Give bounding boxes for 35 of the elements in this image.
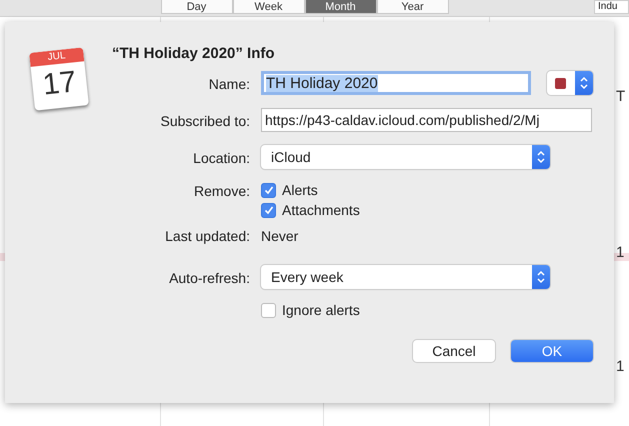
checkmark-icon	[262, 184, 274, 196]
popup-menu[interactable]: iCloud	[261, 145, 550, 169]
calendar-icon: JUL 17	[29, 47, 89, 111]
view-tab[interactable]: Year	[376, 0, 448, 14]
calendar-text: T	[616, 88, 626, 105]
field-label: Name:	[208, 76, 250, 92]
search-field[interactable]: Indu	[594, 0, 629, 14]
chevrons-icon	[536, 150, 546, 164]
field-label: Last updated:	[165, 228, 250, 244]
chevrons-icon	[579, 76, 589, 90]
checkmark-icon	[262, 204, 274, 216]
checkbox[interactable]	[261, 202, 276, 218]
text-field[interactable]: https://p43-caldav.icloud.com/published/2/Mj	[261, 108, 592, 132]
checkbox-label: Ignore alerts	[282, 302, 360, 318]
value-text: Never	[261, 228, 298, 245]
checkbox-label: Alerts	[282, 182, 318, 198]
text-field[interactable]: TH Holiday 2020	[261, 71, 531, 95]
dialog-title: “TH Holiday 2020” Info	[112, 45, 276, 62]
field-label: Subscribed to:	[160, 113, 250, 129]
view-tab[interactable]: Week	[232, 0, 304, 14]
field-label: Location:	[193, 150, 250, 166]
view-tab[interactable]: Day	[160, 0, 232, 14]
field-label: Remove:	[194, 183, 250, 199]
chevrons-icon	[536, 270, 546, 284]
calendar-text: 1	[616, 358, 624, 375]
popup-menu[interactable]: Every week	[261, 265, 550, 289]
view-tab[interactable]: Month	[304, 0, 376, 14]
dialog-button[interactable]: Cancel	[413, 340, 495, 362]
checkbox[interactable]	[261, 182, 276, 198]
calendar-text: 1	[616, 244, 624, 261]
color-popup[interactable]	[547, 71, 593, 95]
field-label: Auto-refresh:	[169, 270, 250, 286]
checkbox-label: Attachments	[282, 202, 360, 218]
checkbox[interactable]	[261, 302, 276, 318]
dialog-button[interactable]: OK	[511, 340, 593, 362]
